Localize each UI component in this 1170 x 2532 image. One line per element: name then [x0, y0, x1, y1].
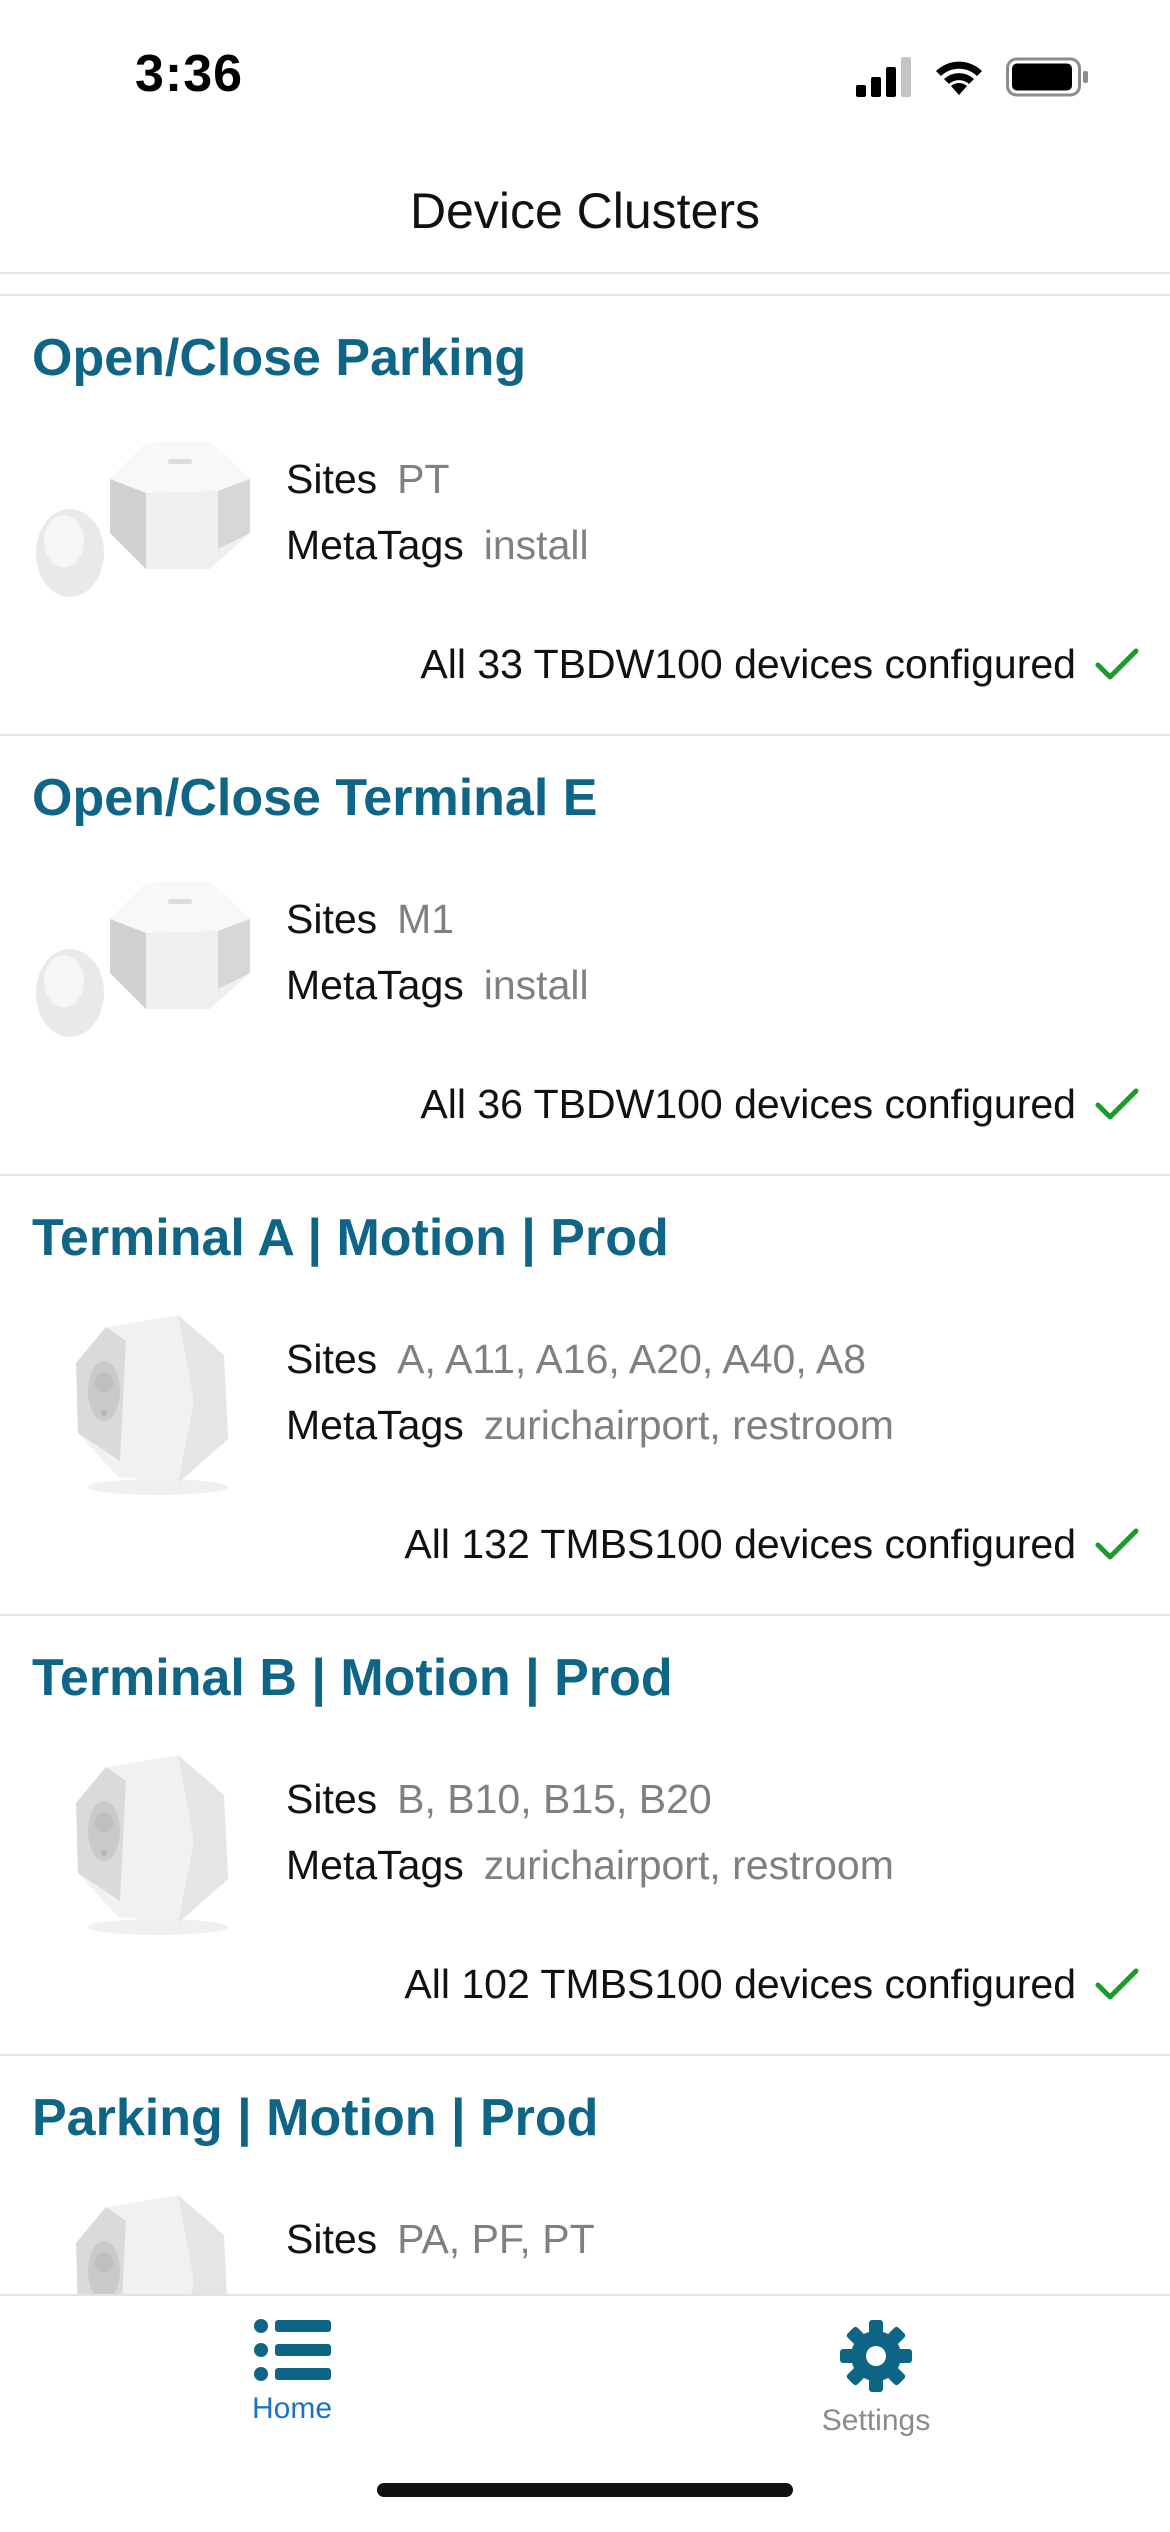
configured-status-text: All 36 TBDW100 devices configured [420, 1081, 1076, 1127]
screen: 3:36 Device Clusters Open/Close Parking … [0, 0, 1170, 2532]
sites-row: Sites B, B10, B15, B20 [286, 1766, 894, 1832]
sites-value: M1 [397, 896, 455, 942]
configured-status-text: All 33 TBDW100 devices configured [420, 641, 1076, 687]
checkmark-icon [1095, 1088, 1139, 1119]
configured-status: All 36 TBDW100 devices configured [420, 1081, 1140, 1128]
cluster-list[interactable]: Open/Close Parking Sites PT MetaTags insta… [0, 274, 1170, 2294]
open-close-sensor-icon [36, 441, 250, 597]
tab-home-label: Home [251, 2392, 333, 2425]
cluster-title: Terminal A | Motion | Prod [32, 1209, 669, 1267]
configured-status-text: All 132 TMBS100 devices configured [404, 1521, 1076, 1567]
cluster-title: Open/Close Parking [32, 329, 527, 387]
cluster-info: Sites PA, PF, PT [286, 2206, 595, 2272]
metatags-value: zurichairport, restroom [483, 1842, 894, 1888]
tab-home[interactable]: Home [182, 2318, 402, 2426]
sites-row: Sites M1 [286, 886, 589, 952]
configured-status: All 102 TMBS100 devices configured [404, 1961, 1140, 2008]
metatags-label: MetaTags [286, 1402, 464, 1448]
gear-icon [840, 2320, 912, 2392]
home-indicator [377, 2483, 793, 2497]
list-top-divider [0, 274, 1170, 296]
sites-row: Sites A, A11, A16, A20, A40, A8 [286, 1326, 894, 1392]
cluster-info: Sites M1 MetaTags install [286, 886, 589, 1018]
motion-sensor-icon [76, 1755, 228, 1935]
sites-row: Sites PA, PF, PT [286, 2206, 595, 2272]
metatags-value: install [483, 522, 589, 568]
sites-label: Sites [286, 1336, 378, 1382]
cluster-card[interactable]: Terminal A | Motion | Prod Sites A, A11, … [0, 1176, 1170, 1616]
cluster-info: Sites PT MetaTags install [286, 446, 589, 578]
wifi-icon [936, 61, 982, 95]
status-time: 3:36 [135, 45, 244, 103]
status-icons [856, 54, 1090, 100]
metatags-row: MetaTags zurichairport, restroom [286, 1392, 894, 1458]
cluster-title: Open/Close Terminal E [32, 769, 598, 827]
tab-settings-label: Settings [821, 2404, 931, 2437]
sites-label: Sites [286, 896, 378, 942]
list-icon [254, 2319, 331, 2381]
metatags-value: zurichairport, restroom [483, 1402, 894, 1448]
configured-status: All 132 TMBS100 devices configured [404, 1521, 1140, 1568]
status-bar: 3:36 [0, 0, 1170, 150]
checkmark-icon [1095, 1528, 1139, 1559]
sites-row: Sites PT [286, 446, 589, 512]
page-title: Device Clusters [409, 183, 761, 239]
sites-value: PT [397, 456, 450, 502]
metatags-label: MetaTags [286, 962, 464, 1008]
sites-label: Sites [286, 2216, 378, 2262]
sites-label: Sites [286, 1776, 378, 1822]
cluster-card[interactable]: Terminal B | Motion | Prod Sites B, B10, … [0, 1616, 1170, 2056]
configured-status: All 33 TBDW100 devices configured [420, 641, 1140, 688]
nav-header: Device Clusters [0, 150, 1170, 274]
cluster-card[interactable]: Open/Close Parking Sites PT MetaTags insta… [0, 296, 1170, 736]
motion-sensor-icon [76, 2195, 227, 2294]
configured-status-text: All 102 TMBS100 devices configured [404, 1961, 1076, 2007]
sites-label: Sites [286, 456, 378, 502]
metatags-row: MetaTags install [286, 512, 589, 578]
tab-settings[interactable]: Settings [766, 2318, 986, 2438]
metatags-label: MetaTags [286, 1842, 464, 1888]
metatags-row: MetaTags zurichairport, restroom [286, 1832, 894, 1898]
open-close-sensor-icon [36, 881, 250, 1037]
motion-sensor-icon [76, 1315, 228, 1495]
cluster-title: Parking | Motion | Prod [32, 2089, 599, 2147]
cluster-info: Sites B, B10, B15, B20 MetaTags zurichairp… [286, 1766, 894, 1898]
cellular-signal-icon [856, 57, 911, 97]
sites-value: A, A11, A16, A20, A40, A8 [397, 1336, 867, 1382]
cluster-info: Sites A, A11, A16, A20, A40, A8 MetaTags z… [286, 1326, 894, 1458]
checkmark-icon [1095, 648, 1139, 679]
battery-icon [1006, 57, 1088, 97]
metatags-value: install [483, 962, 589, 1008]
metatags-label: MetaTags [286, 522, 464, 568]
sites-value: B, B10, B15, B20 [397, 1776, 712, 1822]
checkmark-icon [1095, 1968, 1139, 1999]
cluster-card[interactable]: Parking | Motion | Prod Sites PA, PF, PT [0, 2056, 1170, 2294]
cluster-card[interactable]: Open/Close Terminal E Sites M1 MetaTags in… [0, 736, 1170, 1176]
sites-value: PA, PF, PT [397, 2216, 595, 2262]
cluster-title: Terminal B | Motion | Prod [32, 1649, 673, 1707]
metatags-row: MetaTags install [286, 952, 589, 1018]
